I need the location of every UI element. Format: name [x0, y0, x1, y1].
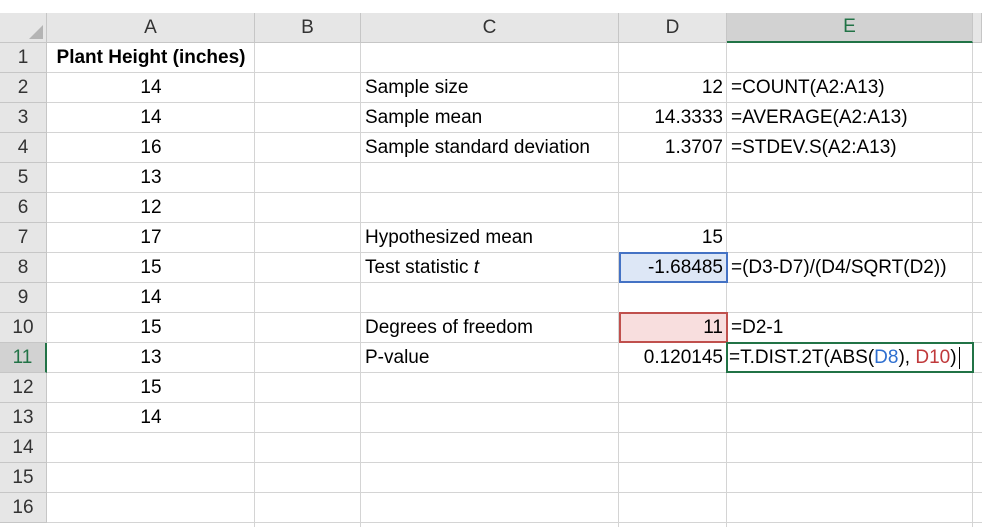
formula-ref-d8: D8: [874, 347, 899, 368]
column-header-e[interactable]: E: [727, 13, 973, 43]
gridline: [47, 522, 982, 523]
cell-e10[interactable]: =D2-1: [727, 313, 973, 343]
cell-e4[interactable]: =STDEV.S(A2:A13): [727, 133, 973, 163]
formula-part: ): [950, 347, 957, 368]
column-header-b[interactable]: B: [255, 13, 361, 43]
cell-a9[interactable]: 14: [47, 283, 255, 313]
cell-d7[interactable]: 15: [619, 223, 727, 253]
cell-c8-italic-t: t: [473, 257, 480, 278]
row-header-1[interactable]: 1: [0, 43, 47, 73]
cell-a10[interactable]: 15: [47, 313, 255, 343]
cell-d4[interactable]: 1.3707: [619, 133, 727, 163]
cell-c4[interactable]: Sample standard deviation: [361, 133, 619, 163]
cell-c10[interactable]: Degrees of freedom: [361, 313, 619, 343]
cell-a5[interactable]: 13: [47, 163, 255, 193]
row-header-9[interactable]: 9: [0, 283, 47, 313]
cell-a3[interactable]: 14: [47, 103, 255, 133]
cell-c8-text: Test statistic: [365, 257, 474, 278]
cell-d8[interactable]: -1.68485: [619, 253, 727, 283]
select-all-corner[interactable]: [0, 13, 47, 43]
cell-a6[interactable]: 12: [47, 193, 255, 223]
cell-a12[interactable]: 15: [47, 373, 255, 403]
row-header-5[interactable]: 5: [0, 163, 47, 193]
row-header-15[interactable]: 15: [0, 463, 47, 493]
row-header-3[interactable]: 3: [0, 103, 47, 133]
formula-ref-d10: D10: [915, 347, 951, 368]
cell-a1[interactable]: Plant Height (inches): [47, 43, 255, 73]
column-header-c[interactable]: C: [361, 13, 619, 43]
row-header-7[interactable]: 7: [0, 223, 47, 253]
formula-part: =T.DIST.2T(ABS(: [729, 347, 875, 368]
top-strip: [0, 0, 982, 13]
select-all-triangle-icon: [29, 25, 43, 39]
text-caret: [958, 347, 960, 369]
cell-a11[interactable]: 13: [47, 343, 255, 373]
column-header-d[interactable]: D: [619, 13, 727, 43]
row-header-6[interactable]: 6: [0, 193, 47, 223]
row-header-16[interactable]: 16: [0, 493, 47, 523]
cell-c11[interactable]: P-value: [361, 343, 619, 373]
cell-a8[interactable]: 15: [47, 253, 255, 283]
cell-c8[interactable]: Test statistic t: [361, 253, 619, 283]
cell-a2[interactable]: 14: [47, 73, 255, 103]
cell-e3[interactable]: =AVERAGE(A2:A13): [727, 103, 973, 133]
row-header-14[interactable]: 14: [0, 433, 47, 463]
cell-c3[interactable]: Sample mean: [361, 103, 619, 133]
row-header-12[interactable]: 12: [0, 373, 47, 403]
row-header-2[interactable]: 2: [0, 73, 47, 103]
cell-e11-formula-edit[interactable]: =T.DIST.2T(ABS(D8), D10): [727, 343, 973, 373]
spreadsheet-grid: A B C D E 1 2 3 4 5 6 7 8 9 10 11 12 13 …: [0, 0, 982, 527]
cell-d2[interactable]: 12: [619, 73, 727, 103]
row-header-10[interactable]: 10: [0, 313, 47, 343]
row-header-11[interactable]: 11: [0, 343, 47, 373]
cell-d10[interactable]: 11: [619, 313, 727, 343]
column-header-a[interactable]: A: [47, 13, 255, 43]
gridline: [47, 462, 982, 463]
cell-a4[interactable]: 16: [47, 133, 255, 163]
gridline: [47, 492, 982, 493]
formula-part: ),: [898, 347, 916, 368]
column-header-f[interactable]: [973, 13, 982, 43]
cell-a13[interactable]: 14: [47, 403, 255, 433]
cell-a7[interactable]: 17: [47, 223, 255, 253]
row-header-4[interactable]: 4: [0, 133, 47, 163]
cell-e8[interactable]: =(D3-D7)/(D4/SQRT(D2)): [727, 253, 973, 283]
cell-d11[interactable]: 0.120145: [619, 343, 727, 373]
row-header-13[interactable]: 13: [0, 403, 47, 433]
row-header-8[interactable]: 8: [0, 253, 47, 283]
cell-c7[interactable]: Hypothesized mean: [361, 223, 619, 253]
cell-d3[interactable]: 14.3333: [619, 103, 727, 133]
cell-c2[interactable]: Sample size: [361, 73, 619, 103]
cell-e2[interactable]: =COUNT(A2:A13): [727, 73, 973, 103]
